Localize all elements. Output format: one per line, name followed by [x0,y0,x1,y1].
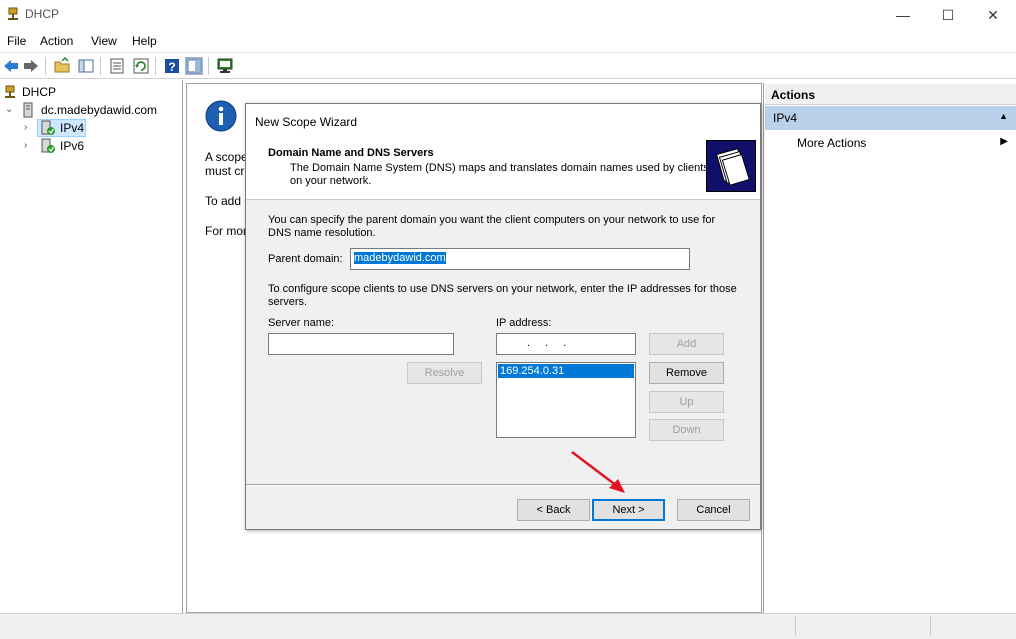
toolbar-separator [45,57,46,75]
tree-label: IPv6 [60,139,85,153]
help-icon[interactable]: ? [163,57,181,75]
footer-divider-highlight [246,485,760,486]
toolbar-separator [208,57,209,75]
menu-action[interactable]: Action [40,34,73,48]
down-button[interactable]: Down [649,419,724,441]
show-hide-tree-icon[interactable] [77,57,95,75]
server-name-label: Server name: [268,317,335,329]
wizard-header: Domain Name and DNS Servers The Domain N… [246,136,760,200]
ipv4-scope-icon [41,120,55,135]
resolve-button[interactable]: Resolve [407,362,482,384]
dhcp-app-icon [8,7,18,20]
parent-domain-input[interactable]: madebydawid.com [350,248,690,270]
monitor-icon[interactable] [216,57,234,75]
dialog-title-bar: New Scope Wizard [246,104,760,136]
center-text-line: For mor [205,224,247,238]
dns-folders-icon [706,140,756,192]
window-title: DHCP [25,7,60,21]
wizard-page-description: The Domain Name System (DNS) maps and tr… [290,162,709,187]
tree-item-server[interactable]: ⌄ dc.madebydawid.com [0,101,180,119]
dns-server-list-item[interactable]: 169.254.0.31 [498,364,634,378]
tree-label: IPv4 [60,121,85,135]
close-button[interactable]: ✕ [970,0,1016,30]
cancel-button[interactable]: Cancel [677,499,750,521]
actions-pane: Actions IPv4 ▲ More Actions ▶ [763,83,1016,613]
center-text-line: To add [205,194,242,208]
title-bar: DHCP — ☐ ✕ [0,0,1016,30]
more-actions-item[interactable]: More Actions ▶ [765,131,1016,153]
next-button[interactable]: Next > [592,499,665,521]
new-scope-wizard-dialog: New Scope Wizard Domain Name and DNS Ser… [245,103,761,530]
status-bar [0,613,1016,639]
info-icon [205,100,237,132]
server-name-input[interactable] [268,333,454,355]
status-divider [930,616,931,636]
menu-bar: File Action View Help [0,30,1016,52]
back-arrow-icon[interactable] [2,57,20,75]
refresh-icon[interactable] [132,57,150,75]
parent-domain-intro: You can specify the parent domain you wa… [268,214,716,239]
menu-view[interactable]: View [91,34,117,48]
actions-header: Actions [765,84,1016,105]
parent-domain-value: madebydawid.com [354,252,446,264]
up-folder-icon[interactable] [53,57,71,75]
center-text-line: A scope [205,150,248,164]
toolbar-separator [100,57,101,75]
actions-section-ipv4[interactable]: IPv4 ▲ [765,106,1016,130]
actions-section-label: IPv4 [773,111,798,125]
dialog-title: New Scope Wizard [255,115,358,129]
back-button[interactable]: < Back [517,499,590,521]
dns-servers-intro: To configure scope clients to use DNS se… [268,283,737,308]
more-actions-label: More Actions [797,136,867,150]
wizard-page-title: Domain Name and DNS Servers [268,147,434,159]
remove-button[interactable]: Remove [649,362,724,384]
console-tree: DHCP ⌄ dc.madebydawid.com › IPv4 › IPv6 [0,80,183,613]
properties-icon[interactable] [108,57,126,75]
dhcp-trophy-icon [5,85,15,98]
menu-file[interactable]: File [7,34,26,48]
collapse-up-icon[interactable]: ▲ [999,111,1008,121]
dns-server-list[interactable]: 169.254.0.31 [496,362,636,438]
menu-help[interactable]: Help [132,34,157,48]
add-button[interactable]: Add [649,333,724,355]
maximize-button[interactable]: ☐ [925,0,971,30]
ip-address-label: IP address: [496,317,552,329]
collapsed-chevron-icon[interactable]: › [24,119,27,137]
ip-address-input[interactable]: . . . [496,333,636,355]
svg-text:?: ? [168,60,175,74]
tree-item-ipv4[interactable]: › IPv4 [0,119,180,137]
server-icon [23,102,33,118]
expanded-chevron-icon[interactable]: ⌄ [5,101,13,119]
tree-item-ipv6[interactable]: › IPv6 [0,137,180,155]
minimize-button[interactable]: — [880,0,926,30]
submenu-arrow-icon: ▶ [1000,136,1008,147]
status-divider [795,616,796,636]
toolbar: ? [0,52,1016,79]
action-pane-icon[interactable] [185,57,203,75]
collapsed-chevron-icon[interactable]: › [24,137,27,155]
parent-domain-label: Parent domain: [268,253,343,265]
tree-label: DHCP [22,85,57,99]
ipv6-scope-icon [41,138,55,153]
toolbar-separator [155,57,156,75]
forward-arrow-icon[interactable] [22,57,40,75]
up-button[interactable]: Up [649,391,724,413]
tree-label: dc.madebydawid.com [41,103,158,117]
red-arrow-annotation-icon [571,451,625,493]
center-text-line: must cr [205,164,245,178]
